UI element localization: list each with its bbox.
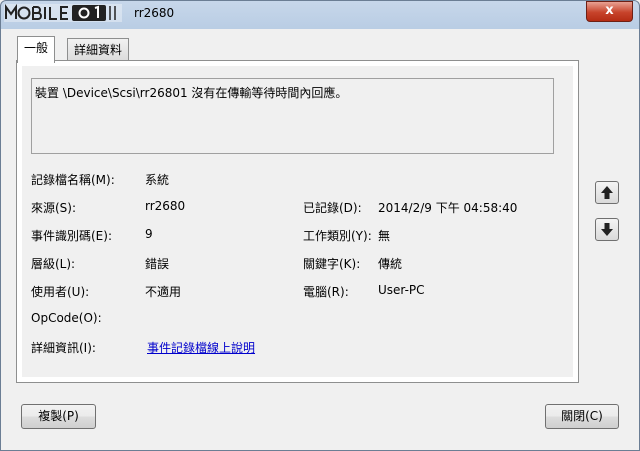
keywords-label: 關鍵字(K): bbox=[303, 257, 361, 271]
logged-label: 已記錄(D): bbox=[303, 201, 362, 215]
keywords-value: 傳統 bbox=[378, 257, 403, 271]
event-id-value: 9 bbox=[145, 227, 153, 241]
arrow-up-icon bbox=[601, 186, 613, 199]
logged-value: 2014/2/9 下午 04:58:40 bbox=[378, 201, 518, 215]
task-category-value: 無 bbox=[378, 229, 391, 243]
more-info-label: 詳細資訊(I): bbox=[31, 341, 96, 355]
copy-button[interactable]: 複製(P) bbox=[21, 404, 96, 429]
level-label: 層級(L): bbox=[31, 257, 76, 271]
source-value: rr2680 bbox=[145, 199, 186, 213]
log-name-label: 記錄檔名稱(M): bbox=[31, 173, 115, 187]
opcode-label: OpCode(O): bbox=[31, 311, 102, 325]
mobile01-logo bbox=[4, 3, 122, 22]
arrow-down-icon bbox=[601, 223, 613, 236]
window-close-button[interactable]: x bbox=[586, 1, 633, 22]
log-name-value: 系統 bbox=[145, 173, 170, 187]
event-id-label: 事件識別碼(E): bbox=[31, 229, 112, 243]
window-title: rr2680 bbox=[134, 6, 175, 20]
task-category-label: 工作類別(Y): bbox=[303, 229, 372, 243]
tab-general[interactable]: 一般 bbox=[17, 36, 56, 63]
event-description-box[interactable]: 裝置 \Device\Scsi\rr26801 沒有在傳輸等待時間內回應。 bbox=[31, 78, 554, 154]
event-description: 裝置 \Device\Scsi\rr26801 沒有在傳輸等待時間內回應。 bbox=[35, 86, 348, 100]
user-label: 使用者(U): bbox=[31, 285, 90, 299]
online-help-link[interactable]: 事件記錄檔線上說明 bbox=[147, 339, 255, 356]
computer-value: User-PC bbox=[378, 283, 425, 297]
next-event-button[interactable] bbox=[595, 218, 619, 241]
level-value: 錯誤 bbox=[145, 257, 170, 271]
computer-label: 電腦(R): bbox=[303, 285, 349, 299]
tab-details[interactable]: 詳細資料 bbox=[67, 38, 130, 61]
close-button[interactable]: 關閉(C) bbox=[545, 404, 619, 429]
previous-event-button[interactable] bbox=[595, 181, 619, 204]
title-bar: rr2680 x bbox=[0, 0, 640, 28]
user-value: 不適用 bbox=[145, 285, 182, 299]
source-label: 來源(S): bbox=[31, 201, 77, 215]
